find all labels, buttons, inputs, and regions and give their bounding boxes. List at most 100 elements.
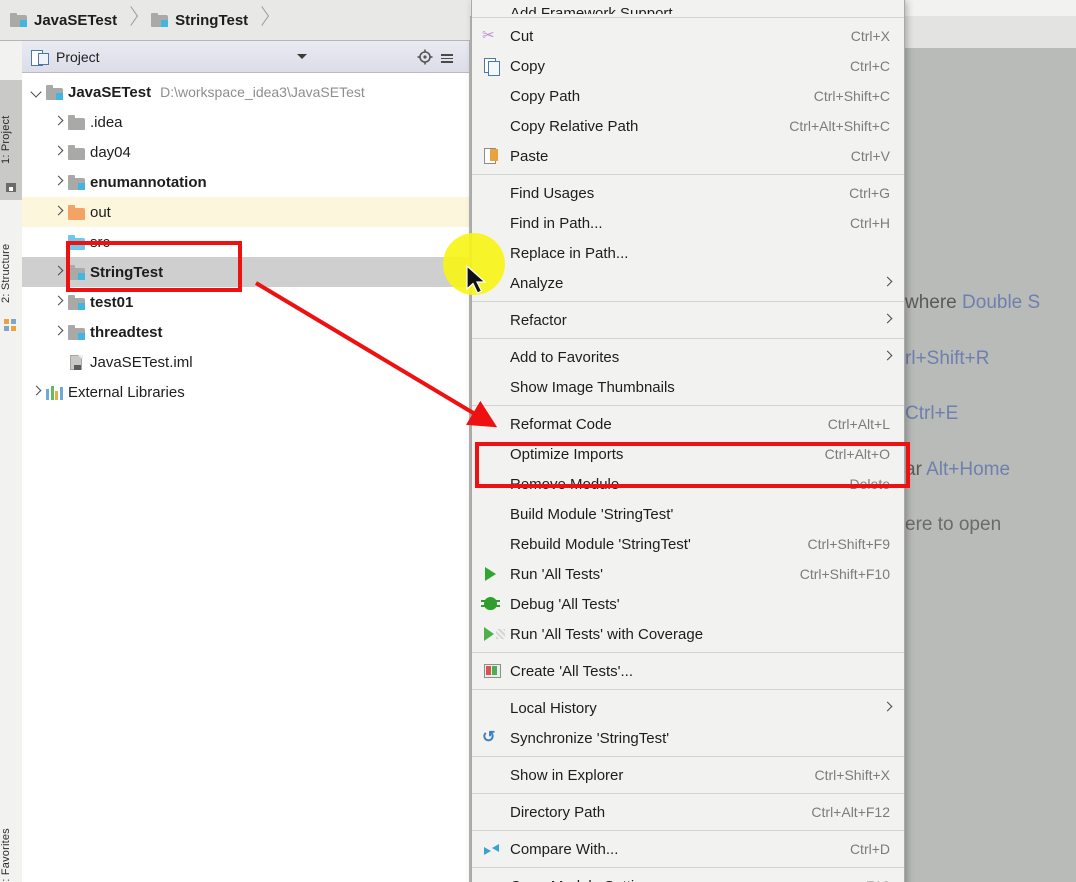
- tree-label-javasetest: JavaSETest: [68, 83, 152, 101]
- tree-row-enumannotation[interactable]: enumannotation: [22, 167, 469, 197]
- menu-item-debug-all-tests[interactable]: Debug 'All Tests': [472, 589, 904, 619]
- menu-label-add-to-favorites: Add to Favorites: [510, 348, 620, 366]
- menu-item-find-in-path[interactable]: Find in Path... Ctrl+H: [472, 208, 904, 238]
- chevron-right-icon[interactable]: [52, 325, 66, 339]
- tree-label-test01: test01: [90, 293, 134, 311]
- menu-item-refactor[interactable]: Refactor: [472, 305, 904, 335]
- menu-item-create-all-tests[interactable]: Create 'All Tests'...: [472, 656, 904, 686]
- menu-item-run-all-tests-with-coverage[interactable]: Run 'All Tests' with Coverage: [472, 619, 904, 649]
- chevron-right-icon[interactable]: [52, 295, 66, 309]
- copy-icon: [482, 57, 504, 76]
- module-folder-icon: [68, 264, 86, 280]
- menu-item-run-all-tests[interactable]: Run 'All Tests' Ctrl+Shift+F10: [472, 559, 904, 589]
- menu-label-copy-path: Copy Path: [510, 87, 581, 105]
- menu-item-compare-with[interactable]: Compare With... Ctrl+D: [472, 834, 904, 864]
- breadcrumb-item-0-label: JavaSETest: [34, 11, 118, 29]
- menu-separator: [472, 174, 904, 175]
- menu-label-local-history: Local History: [510, 699, 597, 717]
- menu-label-open-module-settings: Open Module Settings: [510, 878, 848, 882]
- chevron-right-icon[interactable]: [30, 385, 44, 399]
- project-panel-header: Project: [22, 41, 469, 73]
- tree-row-day04[interactable]: day04: [22, 137, 469, 167]
- menu-item-directory-path[interactable]: Directory Path Ctrl+Alt+F12: [472, 797, 904, 827]
- tree-row-external-libraries[interactable]: External Libraries: [22, 377, 469, 407]
- menu-item-synchronize[interactable]: ↺ Synchronize 'StringTest': [472, 723, 904, 753]
- menu-item-remove-module[interactable]: Remove Module Delete: [472, 469, 904, 499]
- debug-icon: [481, 595, 504, 613]
- menu-shortcut-directory-path: Ctrl+Alt+F12: [811, 804, 890, 820]
- project-tree: JavaSETest D:\workspace_idea3\JavaSETest…: [22, 73, 469, 882]
- menu-item-copy[interactable]: Copy Ctrl+C: [472, 51, 904, 81]
- tree-label-stringtest: StringTest: [90, 263, 164, 281]
- tree-row-idea[interactable]: .idea: [22, 107, 469, 137]
- tree-row-javasetest[interactable]: JavaSETest D:\workspace_idea3\JavaSETest: [22, 77, 469, 107]
- tree-label-external-libraries: External Libraries: [68, 383, 185, 401]
- menu-separator: [472, 301, 904, 302]
- collapse-all-icon[interactable]: [441, 54, 453, 63]
- menu-item-paste[interactable]: Paste Ctrl+V: [472, 141, 904, 171]
- chevron-right-icon[interactable]: [52, 205, 66, 219]
- menu-shortcut-find-in-path: Ctrl+H: [849, 215, 890, 231]
- menu-icon-none: [482, 378, 504, 396]
- tree-row-out[interactable]: out: [22, 197, 469, 227]
- menu-icon-none: [482, 877, 504, 882]
- menu-item-cut[interactable]: ✂ Cut Ctrl+X: [472, 21, 904, 51]
- menu-item-copy-path[interactable]: Copy Path Ctrl+Shift+C: [472, 81, 904, 111]
- chevron-down-icon[interactable]: [297, 54, 307, 59]
- tree-row-test01[interactable]: test01: [22, 287, 469, 317]
- editor-toolbar-strip: [905, 16, 1076, 48]
- menu-item-analyze[interactable]: Analyze: [472, 268, 904, 298]
- hint-text-1: where: [905, 292, 963, 313]
- tree-row-threadtest[interactable]: threadtest: [22, 317, 469, 347]
- menu-item-open-module-settings[interactable]: Open Module Settings F12: [472, 871, 904, 882]
- breadcrumb-item-1[interactable]: StringTest: [141, 0, 272, 40]
- chevron-right-icon[interactable]: [52, 265, 66, 279]
- project-tool-window: Project JavaSETest D:\workspace_idea3\Ja…: [22, 41, 470, 882]
- menu-item-rebuild-module[interactable]: Rebuild Module 'StringTest' Ctrl+Shift+F…: [472, 529, 904, 559]
- menu-label-replace-in-path: Replace in Path...: [510, 244, 629, 262]
- menu-separator: [472, 17, 904, 18]
- menu-item-local-history[interactable]: Local History: [472, 693, 904, 723]
- hint-line-1: where Double S: [905, 292, 1040, 314]
- breadcrumb-separator-1: [256, 0, 266, 40]
- chevron-down-icon[interactable]: [30, 85, 44, 99]
- menu-item-show-in-explorer[interactable]: Show in Explorer Ctrl+Shift+X: [472, 760, 904, 790]
- menu-item-optimize-imports[interactable]: Optimize Imports Ctrl+Alt+O: [472, 439, 904, 469]
- menu-item-show-image-thumbnails[interactable]: Show Image Thumbnails: [472, 372, 904, 402]
- menu-separator: [472, 830, 904, 831]
- menu-item-find-usages[interactable]: Find Usages Ctrl+G: [472, 178, 904, 208]
- menu-label-compare-with: Compare With...: [510, 840, 619, 858]
- menu-item-reformat-code[interactable]: Reformat Code Ctrl+Alt+L: [472, 409, 904, 439]
- tree-label-idea: .idea: [90, 113, 123, 131]
- sidebar-item-favorites[interactable]: 2: Favorites: [0, 802, 22, 882]
- coverage-icon: [482, 625, 505, 643]
- locate-target-icon[interactable]: [417, 49, 433, 65]
- menu-shortcut-optimize-imports: Ctrl+Alt+O: [824, 446, 890, 462]
- menu-label-find-usages: Find Usages: [510, 184, 595, 202]
- breadcrumb-separator-0: [125, 0, 135, 40]
- menu-shortcut-cut: Ctrl+X: [850, 28, 890, 44]
- folder-excluded-icon: [68, 204, 86, 220]
- menu-item-copy-relative-path[interactable]: Copy Relative Path Ctrl+Alt+Shift+C: [472, 111, 904, 141]
- breadcrumb-item-0[interactable]: JavaSETest: [0, 0, 141, 40]
- tree-label-javasetest-iml: JavaSETest.iml: [90, 353, 193, 371]
- tree-row-stringtest[interactable]: StringTest: [22, 257, 469, 287]
- project-view-icon: [31, 49, 49, 66]
- tree-row-javasetest-iml[interactable]: JavaSETest.iml: [22, 347, 469, 377]
- menu-icon-none: [482, 117, 504, 135]
- module-folder-icon: [68, 174, 86, 190]
- menu-label-show-in-explorer: Show in Explorer: [510, 766, 624, 784]
- project-icon: [4, 180, 18, 194]
- paste-icon: [482, 147, 504, 165]
- menu-item-build-module[interactable]: Build Module 'StringTest': [472, 499, 904, 529]
- menu-item-add-to-favorites[interactable]: Add to Favorites: [472, 342, 904, 372]
- chevron-right-icon[interactable]: [52, 145, 66, 159]
- menu-item-add-framework-support[interactable]: Add Framework Support...: [472, 0, 904, 14]
- menu-label-directory-path: Directory Path: [510, 803, 606, 821]
- menu-separator: [472, 756, 904, 757]
- chevron-right-icon[interactable]: [52, 175, 66, 189]
- chevron-right-icon[interactable]: [52, 115, 66, 129]
- tree-row-src[interactable]: src: [22, 227, 469, 257]
- menu-icon-none: [482, 0, 504, 14]
- menu-item-replace-in-path[interactable]: Replace in Path...: [472, 238, 904, 268]
